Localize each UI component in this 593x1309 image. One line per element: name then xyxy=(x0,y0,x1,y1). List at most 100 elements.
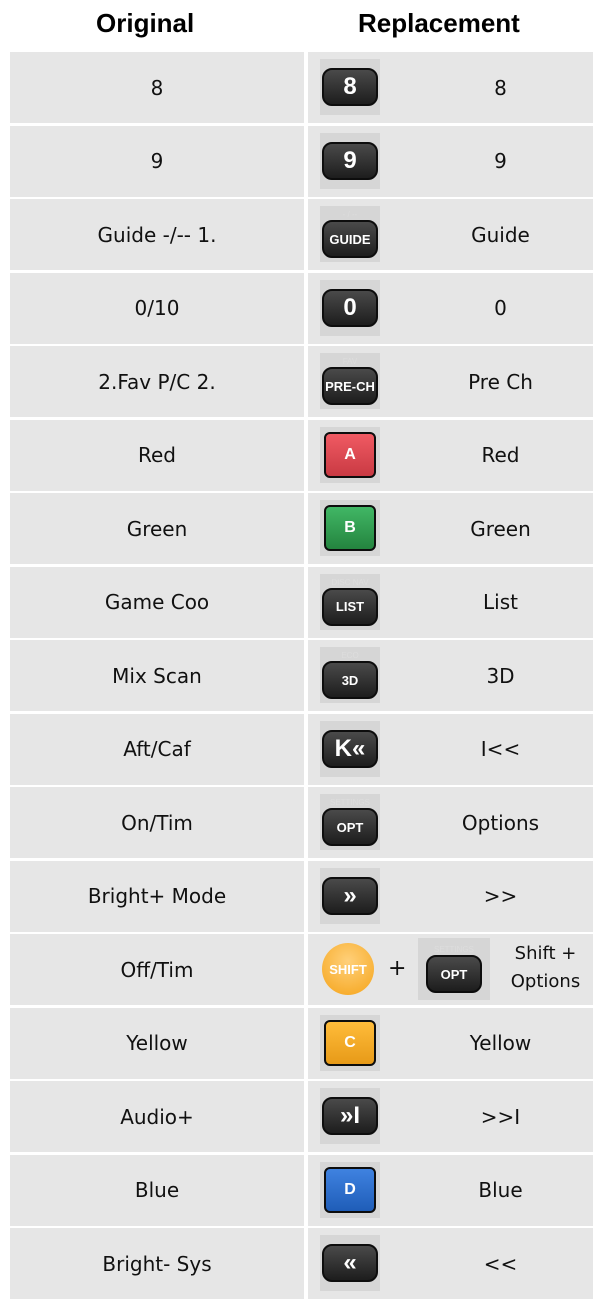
remote-key-yellow: C xyxy=(324,1019,376,1066)
remote-button-image: - / -- GUIDE xyxy=(320,206,380,262)
replacement-cell: K« I<< xyxy=(308,713,593,785)
replacement-cell: 9 9 xyxy=(308,125,593,197)
replacement-label: Green xyxy=(470,516,531,541)
original-cell: 8 xyxy=(10,52,304,123)
original-cell: Audio+ xyxy=(10,1081,304,1152)
table-row: Aft/Caf K« I<< xyxy=(10,713,593,788)
remote-button-image: 9 xyxy=(320,132,380,189)
table-header: Original Replacement xyxy=(0,0,593,52)
remote-button-image: D xyxy=(320,1161,380,1218)
table-row: Guide -/-- 1. - / -- GUIDE Guide xyxy=(10,199,593,273)
skip-forward-icon: »I xyxy=(322,1097,378,1135)
remote-button-image: 0 xyxy=(320,279,380,336)
table-row: Audio+ »I >>I xyxy=(10,1081,593,1155)
replacement-line-1: Shift + xyxy=(514,943,577,964)
table-row: Bright+ Mode » >> xyxy=(10,860,593,935)
original-cell: Green xyxy=(10,493,304,564)
remote-button-image: DISC NAV LIST xyxy=(320,573,380,630)
replacement-label: I<< xyxy=(480,737,521,761)
table-row: Yellow C Yellow xyxy=(10,1007,593,1082)
table-row: 0/10 0 0 xyxy=(10,272,593,347)
remote-key-guide: GUIDE xyxy=(322,220,378,258)
key-top-label: DISC NAV xyxy=(331,577,369,587)
replacement-cell: 8 8 xyxy=(308,52,593,123)
remote-key-0: 0 xyxy=(322,288,378,327)
remote-key-opt: OPT xyxy=(426,955,482,993)
plus-sign: + xyxy=(388,956,407,981)
replacement-line-2: Options xyxy=(510,971,581,992)
replacement-label: Options xyxy=(461,810,540,835)
replacement-label: Pre Ch xyxy=(468,369,533,394)
replacement-cell: ECO 3D 3D xyxy=(308,640,593,711)
remote-key-green: B xyxy=(324,505,376,551)
replacement-header: Replacement xyxy=(358,8,520,38)
remote-button-image: « xyxy=(320,1235,380,1291)
table-row: 2.Fav P/C 2. FAV PRE-CH Pre Ch xyxy=(10,346,593,420)
shift-button-image: SHIFT xyxy=(318,941,378,997)
table-row: Red A Red xyxy=(10,419,593,494)
rewind-icon: « xyxy=(322,1244,378,1282)
replacement-label: Blue xyxy=(478,1178,523,1202)
remote-key-prech: PRE-CH xyxy=(322,367,378,405)
remote-key-8: 8 xyxy=(322,68,378,106)
remote-button-image: A xyxy=(320,426,380,483)
original-cell: Red xyxy=(10,419,304,491)
table-row: Off/Tim SHIFT + SETTINGS OPT Shift + Opt… xyxy=(10,934,593,1008)
replacement-cell: C Yellow xyxy=(308,1007,593,1079)
table-row: Green B Green xyxy=(10,493,593,567)
replacement-label: Guide xyxy=(471,222,530,247)
original-cell: Bright- Sys xyxy=(10,1228,304,1299)
remote-button-image: » xyxy=(320,867,380,924)
table-row: 9 9 9 xyxy=(10,125,593,200)
replacement-cell: D Blue xyxy=(308,1154,593,1226)
key-top-label: SETTINGS xyxy=(433,945,474,954)
table-row: Bright- Sys « << xyxy=(10,1228,593,1302)
remote-key-shift: SHIFT xyxy=(322,943,374,995)
replacement-cell: B Green xyxy=(308,493,593,564)
remote-key-opt: OPT xyxy=(322,808,378,846)
remote-key-list: LIST xyxy=(322,587,378,626)
remote-button-image: SETTINGS OPT xyxy=(418,938,490,1000)
replacement-label: 0 xyxy=(494,296,507,320)
remote-button-image: FAV PRE-CH xyxy=(320,353,380,409)
original-cell: 2.Fav P/C 2. xyxy=(10,346,304,417)
remote-button-image: ECO 3D xyxy=(320,647,380,703)
remote-button-image: »I xyxy=(320,1088,380,1144)
original-cell: Yellow xyxy=(10,1007,304,1079)
replacement-cell: SHIFT + SETTINGS OPT Shift + Options xyxy=(308,934,593,1005)
replacement-cell: A Red xyxy=(308,419,593,491)
table-row: Blue D Blue xyxy=(10,1154,593,1229)
table-row: Mix Scan ECO 3D 3D xyxy=(10,640,593,714)
remote-key-3d: 3D xyxy=(322,661,378,699)
key-top-label: SETTINGS xyxy=(329,798,370,807)
table-row: Game Coo DISC NAV LIST List xyxy=(10,566,593,641)
original-cell: 0/10 xyxy=(10,272,304,344)
remote-button-image: B xyxy=(320,500,380,556)
replacement-label: 3D xyxy=(486,663,515,688)
replacement-cell: SETTINGS OPT Options xyxy=(308,787,593,858)
original-cell: Blue xyxy=(10,1154,304,1226)
mapping-table: 8 8 8 9 9 9 Guide -/-- 1. - / -- GUIDE G… xyxy=(10,52,593,1302)
replacement-label: 8 xyxy=(494,75,507,100)
original-header: Original xyxy=(96,8,195,38)
remote-button-image: 8 xyxy=(320,59,380,115)
key-top-label: ECO xyxy=(341,651,359,660)
replacement-cell: DISC NAV LIST List xyxy=(308,566,593,638)
replacement-label: >>I xyxy=(480,1104,521,1129)
original-cell: Off/Tim xyxy=(10,934,304,1005)
replacement-label: Red xyxy=(481,443,520,467)
original-cell: Bright+ Mode xyxy=(10,860,304,932)
skip-back-icon: K« xyxy=(322,729,378,768)
remote-button-image: C xyxy=(320,1014,380,1071)
replacement-label: List xyxy=(483,590,518,614)
original-cell: Guide -/-- 1. xyxy=(10,199,304,270)
table-row: 8 8 8 xyxy=(10,52,593,126)
mapping-page: Original Replacement 8 8 8 9 9 9 Guide -… xyxy=(0,0,593,1309)
remote-key-9: 9 xyxy=(322,141,378,180)
fast-forward-icon: » xyxy=(322,876,378,915)
original-cell: Game Coo xyxy=(10,566,304,638)
replacement-label: >> xyxy=(483,884,518,908)
remote-button-image: SETTINGS OPT xyxy=(320,794,380,850)
replacement-cell: » >> xyxy=(308,860,593,932)
replacement-label: Yellow xyxy=(469,1031,532,1055)
